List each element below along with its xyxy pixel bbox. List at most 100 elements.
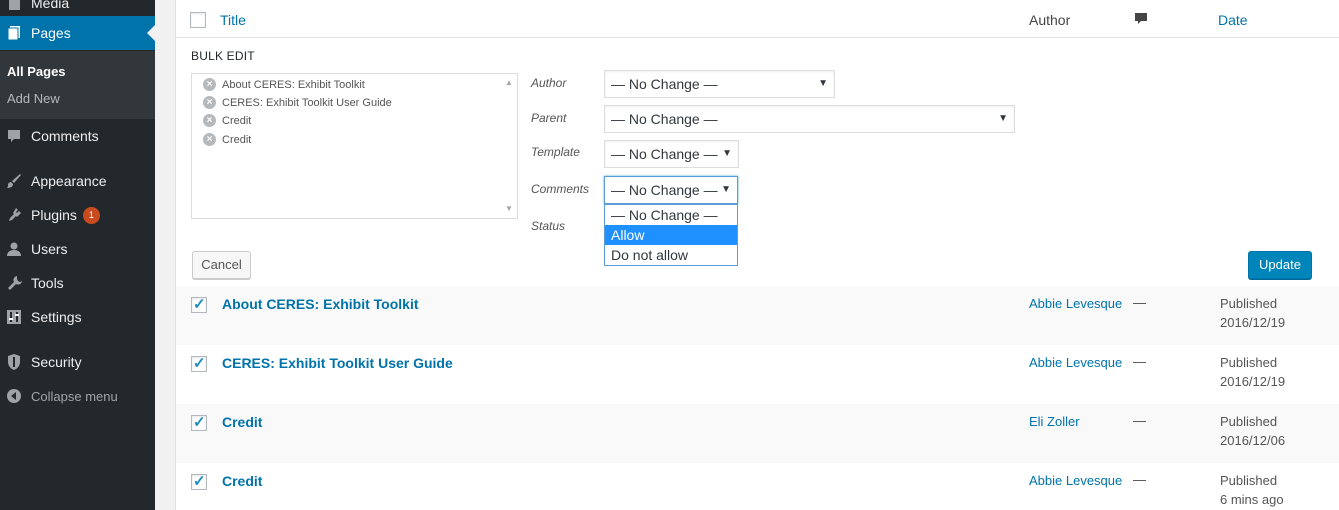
- template-field-label: Template: [531, 145, 580, 159]
- row-checkbox[interactable]: [191, 354, 207, 372]
- dropdown-option-do-not-allow[interactable]: Do not allow: [605, 245, 737, 265]
- wrench-icon: [4, 273, 24, 293]
- sidebar-item-tools[interactable]: Tools: [0, 266, 155, 300]
- column-date-sort-link[interactable]: Date: [1218, 12, 1248, 28]
- paintbrush-icon: [4, 171, 24, 191]
- sidebar-item-plugins[interactable]: Plugins 1: [0, 198, 155, 232]
- user-icon: [4, 239, 24, 259]
- collapse-menu-label: Collapse menu: [31, 388, 118, 404]
- bulk-titles-list[interactable]: × About CERES: Exhibit Toolkit × CERES: …: [191, 73, 518, 219]
- comments-select-value: — No Change —: [611, 182, 718, 198]
- sidebar-item-label: Pages: [31, 25, 71, 41]
- bulk-edit-heading: BULK EDIT: [191, 49, 255, 63]
- collapse-menu-button[interactable]: Collapse menu: [0, 379, 155, 413]
- row-author-link[interactable]: Eli Zoller: [1029, 414, 1080, 429]
- row-title-link[interactable]: About CERES: Exhibit Toolkit: [222, 296, 419, 312]
- submenu-add-new[interactable]: Add New: [7, 91, 60, 106]
- update-count-badge: 1: [82, 206, 100, 224]
- sidebar-item-users[interactable]: Users: [0, 232, 155, 266]
- row-checkbox[interactable]: [191, 413, 207, 431]
- submenu-all-pages[interactable]: All Pages: [7, 64, 66, 79]
- row-status: Published: [1220, 355, 1278, 370]
- row-title-link[interactable]: Credit: [222, 473, 262, 489]
- shield-icon: [4, 352, 24, 372]
- list-item: × About CERES: Exhibit Toolkit: [203, 78, 365, 91]
- author-select[interactable]: — No Change — ▼: [604, 70, 835, 98]
- row-status: Published: [1220, 473, 1278, 488]
- remove-item-icon[interactable]: ×: [203, 96, 216, 109]
- dropdown-option-no-change[interactable]: — No Change —: [605, 205, 737, 225]
- cancel-button[interactable]: Cancel: [192, 251, 251, 279]
- template-select-value: — No Change —: [611, 146, 718, 162]
- template-select[interactable]: — No Change — ▼: [604, 140, 739, 168]
- admin-sidebar: Media Pages All Pages Add New Comments A…: [0, 0, 155, 510]
- sidebar-item-label: Comments: [31, 128, 99, 144]
- row-title-link[interactable]: CERES: Exhibit Toolkit User Guide: [222, 355, 453, 371]
- row-date: 2016/12/19: [1220, 374, 1286, 389]
- table-row: About CERES: Exhibit Toolkit Abbie Leves…: [176, 286, 1339, 345]
- bulk-title-text: About CERES: Exhibit Toolkit: [222, 78, 365, 91]
- scroll-up-arrow-icon[interactable]: ▲: [505, 78, 513, 87]
- table-row: Credit Abbie Levesque — Published 6 mins…: [176, 463, 1339, 510]
- media-icon: [4, 0, 24, 13]
- bulk-title-text: Credit: [222, 114, 252, 127]
- settings-sliders-icon: [4, 307, 24, 327]
- sidebar-item-label: Media: [31, 0, 70, 11]
- row-comment-count: —: [1133, 472, 1146, 487]
- chevron-down-icon: ▼: [818, 78, 828, 89]
- row-comment-count: —: [1133, 295, 1146, 310]
- chevron-down-icon: ▼: [721, 184, 731, 195]
- sidebar-item-comments[interactable]: Comments: [0, 119, 155, 153]
- table-header: Title Author Date: [176, 0, 1339, 38]
- sidebar-item-label: Security: [31, 354, 82, 370]
- row-date: 2016/12/19: [1220, 315, 1286, 330]
- chevron-down-icon: ▼: [722, 148, 732, 159]
- status-field-label: Status: [531, 219, 566, 233]
- remove-item-icon[interactable]: ×: [203, 78, 216, 91]
- row-checkbox[interactable]: [191, 295, 207, 313]
- remove-item-icon[interactable]: ×: [203, 114, 216, 127]
- collapse-arrow-icon: [4, 386, 24, 406]
- dropdown-option-allow[interactable]: Allow: [605, 225, 737, 245]
- sidebar-item-settings[interactable]: Settings: [0, 300, 155, 334]
- comment-icon: [4, 126, 24, 146]
- select-all-checkbox[interactable]: [190, 12, 206, 28]
- table-row: Credit Eli Zoller — Published 2016/12/06: [176, 404, 1339, 463]
- comments-select[interactable]: — No Change — ▼: [604, 176, 738, 204]
- comments-dropdown-list: — No Change — Allow Do not allow: [604, 204, 738, 266]
- sidebar-item-label: Tools: [31, 275, 64, 291]
- column-title-sort-link[interactable]: Title: [220, 12, 246, 28]
- author-select-value: — No Change —: [611, 76, 718, 92]
- sidebar-item-label: Users: [31, 241, 68, 257]
- row-date: 2016/12/06: [1220, 433, 1286, 448]
- row-author-link[interactable]: Abbie Levesque: [1029, 473, 1122, 488]
- sidebar-item-label: Plugins: [31, 207, 77, 223]
- parent-field-label: Parent: [531, 111, 567, 125]
- sidebar-item-label: Settings: [31, 309, 82, 325]
- row-title-link[interactable]: Credit: [222, 414, 262, 430]
- comments-field-label: Comments: [531, 182, 590, 196]
- row-date: 6 mins ago: [1220, 492, 1284, 507]
- parent-select-value: — No Change —: [611, 111, 718, 127]
- remove-item-icon[interactable]: ×: [203, 133, 216, 146]
- row-author-link[interactable]: Abbie Levesque: [1029, 296, 1122, 311]
- update-button[interactable]: Update: [1248, 251, 1312, 279]
- pages-list-table: Title Author Date BULK EDIT × About CERE…: [175, 0, 1339, 510]
- plug-icon: [4, 205, 24, 225]
- sidebar-item-security[interactable]: Security: [0, 345, 155, 379]
- scroll-down-arrow-icon[interactable]: ▼: [505, 204, 513, 213]
- bulk-edit-panel: BULK EDIT × About CERES: Exhibit Toolkit…: [176, 39, 1339, 286]
- comment-bubble-icon[interactable]: [1134, 12, 1148, 29]
- list-item: × Credit: [203, 114, 251, 127]
- sidebar-item-pages[interactable]: Pages: [0, 16, 155, 50]
- table-row: CERES: Exhibit Toolkit User Guide Abbie …: [176, 345, 1339, 404]
- sidebar-item-label: Appearance: [31, 173, 107, 189]
- parent-select[interactable]: — No Change — ▼: [604, 105, 1015, 133]
- bulk-title-text: Credit: [222, 133, 252, 146]
- row-author-link[interactable]: Abbie Levesque: [1029, 355, 1122, 370]
- pages-icon: [4, 23, 24, 43]
- column-author-header: Author: [1029, 12, 1071, 28]
- sidebar-item-appearance[interactable]: Appearance: [0, 164, 155, 198]
- author-field-label: Author: [531, 76, 567, 90]
- row-checkbox[interactable]: [191, 472, 207, 490]
